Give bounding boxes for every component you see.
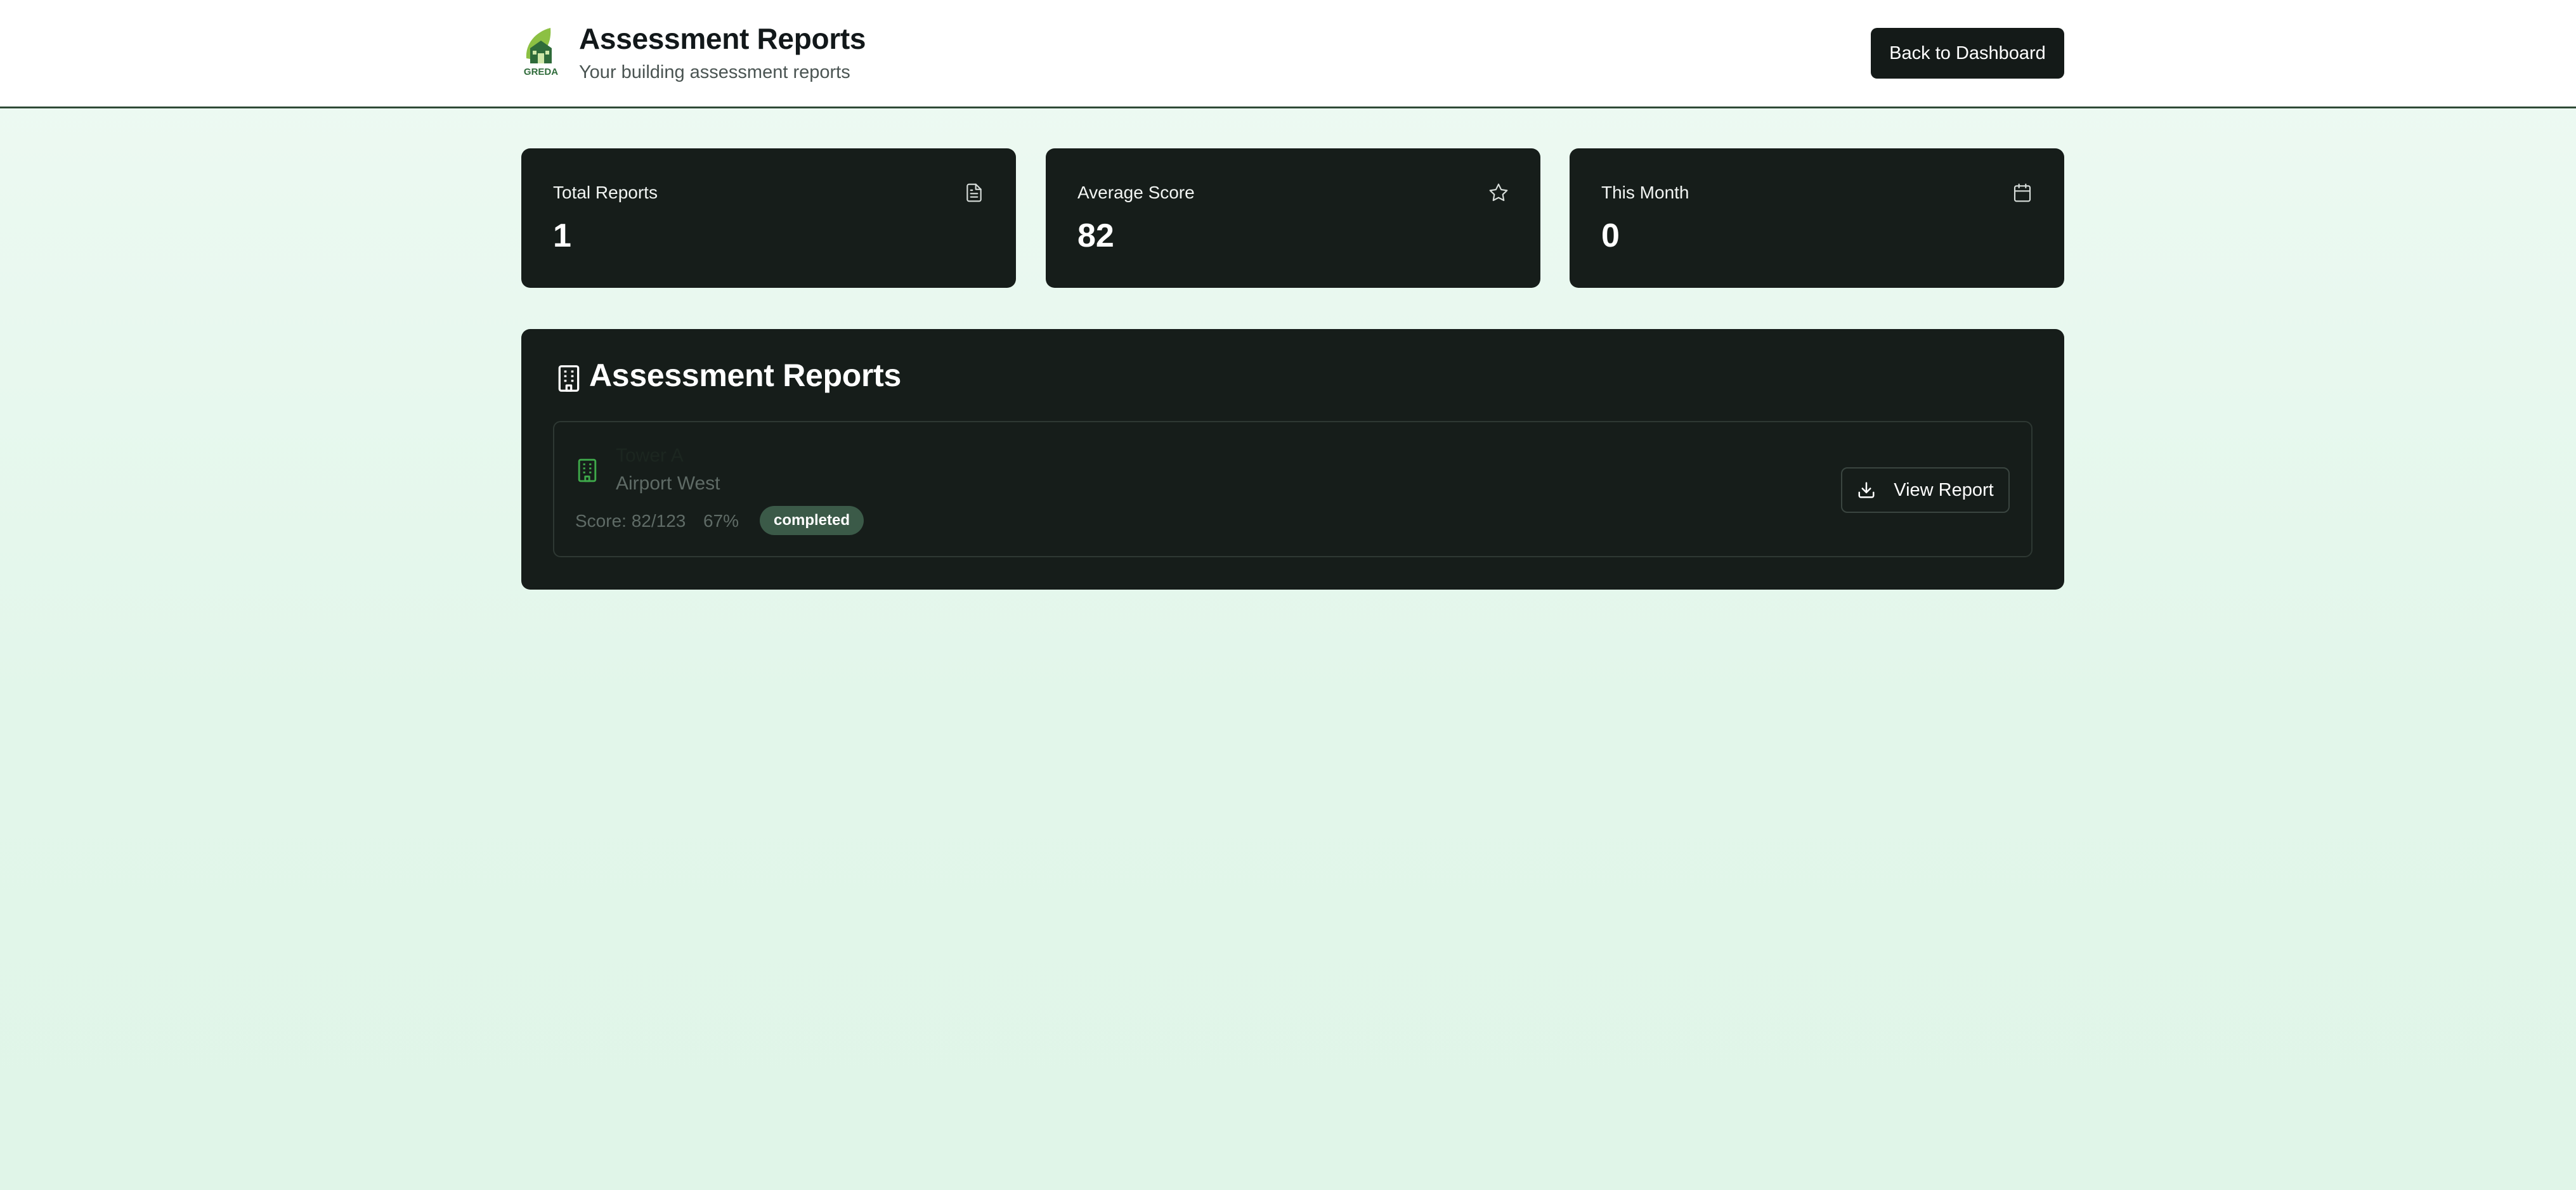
assessment-reports-panel: Assessment Reports Tower A Airport West … xyxy=(521,329,2064,590)
calendar-icon xyxy=(2013,183,2031,202)
star-icon xyxy=(1489,183,1508,202)
report-percent: 67% xyxy=(703,511,739,531)
view-report-label: View Report xyxy=(1894,479,1994,500)
report-building-name: Tower A xyxy=(616,445,684,466)
page-subtitle: Your building assessment reports xyxy=(579,62,850,82)
stat-label: Average Score xyxy=(1077,183,1195,202)
svg-text:GREDA: GREDA xyxy=(524,67,558,77)
stat-value: 0 xyxy=(1601,217,1620,254)
back-to-dashboard-button[interactable]: Back to Dashboard xyxy=(1871,28,2064,79)
stat-value: 82 xyxy=(1077,217,1114,254)
report-list-item[interactable]: Tower A Airport West Score: 82/123 67% c… xyxy=(553,421,2033,557)
stat-card-total-reports: Total Reports 1 xyxy=(521,148,1016,288)
building-icon xyxy=(558,365,580,392)
page-title: Assessment Reports xyxy=(579,22,866,55)
download-icon xyxy=(1858,482,1875,498)
stat-value: 1 xyxy=(553,217,571,254)
document-icon xyxy=(966,183,982,202)
view-report-button[interactable]: View Report xyxy=(1841,467,2010,513)
report-score: Score: 82/123 xyxy=(575,511,686,531)
greda-logo: GREDA xyxy=(524,28,558,77)
stat-label: Total Reports xyxy=(553,183,658,202)
stat-label: This Month xyxy=(1601,183,1689,202)
reports-section-title: Assessment Reports xyxy=(589,358,902,393)
status-badge: completed xyxy=(760,506,864,535)
app-header: GREDA Assessment Reports Your building a… xyxy=(0,0,2576,108)
building-icon xyxy=(578,458,597,482)
stat-card-this-month: This Month 0 xyxy=(1570,148,2064,288)
stat-card-average-score: Average Score 82 xyxy=(1046,148,1540,288)
report-location: Airport West xyxy=(616,473,720,494)
